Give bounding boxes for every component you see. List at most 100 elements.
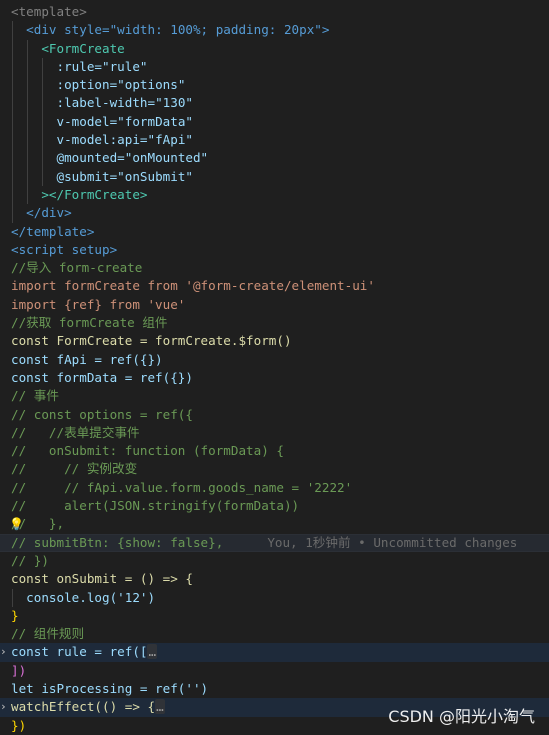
code-line[interactable]: //导入 form-create (0, 259, 549, 277)
indent-guide (12, 204, 13, 223)
indent-guide (12, 57, 13, 77)
fold-chevron-icon[interactable]: › (0, 643, 10, 661)
line-text: ]) (11, 662, 27, 678)
code-line[interactable]: } (0, 607, 549, 625)
line-text: <FormCreate (41, 40, 125, 56)
line-text: // onSubmit: function (formData) { (11, 443, 284, 459)
watermark: CSDN @阳光小淘气 (388, 707, 535, 726)
indent-guide (27, 112, 28, 132)
line-text: }) (11, 717, 27, 733)
code-line[interactable]: <script setup> (0, 241, 549, 259)
code-line[interactable]: 💡// }, (0, 515, 549, 533)
indent-guide (12, 39, 13, 58)
indent-guide (12, 185, 13, 205)
line-text: <script setup> (11, 241, 118, 257)
fold-placeholder[interactable]: … (147, 644, 158, 660)
fold-placeholder[interactable]: … (155, 699, 165, 715)
code-line[interactable]: <template> (0, 3, 549, 21)
indent-guide (42, 94, 43, 113)
code-line-folded[interactable]: › const rule = ref([… (0, 643, 549, 662)
line-text: const FormCreate = formCreate.$form() (11, 333, 292, 349)
fold-chevron-icon[interactable]: › (0, 698, 10, 716)
indent-guide (27, 185, 28, 205)
indent-guide (12, 94, 13, 113)
code-line[interactable]: :rule="rule" (0, 57, 549, 77)
code-line[interactable]: ]) (0, 662, 549, 680)
code-line[interactable]: @mounted="onMounted" (0, 149, 549, 168)
indent-guide (42, 57, 43, 77)
code-line[interactable]: const fApi = ref({}) (0, 351, 549, 369)
line-text: // //表单提交事件 (11, 424, 140, 440)
line-text: <template> (11, 4, 87, 19)
indent-guide (12, 112, 13, 132)
line-text: ></FormCreate> (41, 186, 148, 202)
indent-guide (27, 167, 28, 186)
code-line[interactable]: // //表单提交事件 (0, 424, 549, 442)
indent-guide (42, 76, 43, 95)
code-line[interactable]: // alert(JSON.stringify(formData)) (0, 497, 549, 515)
indent-guide (12, 21, 13, 40)
indent-guide (27, 131, 28, 150)
line-text: // 事件 (11, 388, 59, 404)
code-line[interactable]: <FormCreate (0, 39, 549, 58)
line-text: @mounted="onMounted" (56, 150, 209, 166)
code-line[interactable]: </div> (0, 204, 549, 223)
code-line[interactable]: v-model="formData" (0, 112, 549, 132)
code-line[interactable]: // // 实例改变 (0, 460, 549, 478)
code-line[interactable]: @submit="onSubmit" (0, 167, 549, 186)
code-line[interactable]: // 组件规则 (0, 625, 549, 643)
line-text: const rule = ref([ (11, 644, 148, 660)
code-line[interactable]: :label-width="130" (0, 94, 549, 113)
line-text: import {ref} from 'vue' (11, 296, 186, 312)
code-line[interactable]: const onSubmit = () => { (0, 570, 549, 588)
code-line[interactable]: const formData = ref({}) (0, 369, 549, 387)
code-area[interactable]: <template> <div style="width: 100%; padd… (0, 3, 549, 735)
line-text: //获取 formCreate 组件 (11, 315, 168, 331)
code-line[interactable]: // }) (0, 552, 549, 570)
line-text: <div style="width: 100%; padding: 20px"> (26, 22, 330, 38)
code-line[interactable]: console.log('12') (0, 588, 549, 607)
code-line[interactable]: import formCreate from '@form-create/ele… (0, 277, 549, 295)
indent-guide (27, 39, 28, 58)
line-text: // // fApi.value.form.goods_name = '2222… (11, 479, 353, 495)
code-line[interactable]: let isProcessing = ref('') (0, 680, 549, 698)
code-line[interactable]: import {ref} from 'vue' (0, 296, 549, 314)
indent-guide (42, 167, 43, 186)
code-editor[interactable]: <template> <div style="width: 100%; padd… (0, 0, 549, 735)
indent-guide (27, 57, 28, 77)
code-line[interactable]: <div style="width: 100%; padding: 20px"> (0, 21, 549, 40)
code-line[interactable]: const FormCreate = formCreate.$form() (0, 332, 549, 350)
line-text: const fApi = ref({}) (11, 351, 163, 367)
code-line[interactable]: v-model:api="fApi" (0, 131, 549, 150)
indent-guide (12, 588, 13, 607)
code-line-current[interactable]: // submitBtn: {show: false}, You, 1秒钟前 • … (0, 533, 549, 552)
indent-guide (42, 131, 43, 150)
indent-guide (27, 94, 28, 113)
code-line[interactable]: </template> (0, 223, 549, 241)
line-text: </template> (11, 223, 95, 239)
line-text: // // 实例改变 (11, 461, 138, 477)
line-text: //导入 form-create (11, 260, 143, 276)
indent-guide (12, 131, 13, 150)
line-text: watchEffect(() => { (11, 699, 156, 715)
line-text: // submitBtn: {show: false}, (11, 534, 224, 550)
indent-guide (27, 149, 28, 168)
code-line[interactable]: // onSubmit: function (formData) { (0, 442, 549, 460)
lightbulb-icon[interactable]: 💡 (9, 515, 24, 533)
code-line[interactable]: // // fApi.value.form.goods_name = '2222… (0, 479, 549, 497)
line-text: console.log('12') (26, 589, 156, 605)
line-text: </div> (26, 205, 72, 221)
code-line[interactable]: // 事件 (0, 387, 549, 405)
code-line[interactable]: // const options = ref({ (0, 406, 549, 424)
code-line[interactable]: //获取 formCreate 组件 (0, 314, 549, 332)
line-text: } (11, 607, 19, 623)
code-line[interactable]: :option="options" (0, 76, 549, 95)
indent-guide (42, 149, 43, 168)
line-text: @submit="onSubmit" (56, 168, 193, 184)
code-line[interactable]: ></FormCreate> (0, 185, 549, 205)
indent-guide (42, 112, 43, 132)
line-text: // const options = ref({ (11, 406, 193, 422)
line-text: const onSubmit = () => { (11, 571, 193, 587)
indent-guide (12, 76, 13, 95)
line-text: const formData = ref({}) (11, 369, 193, 385)
